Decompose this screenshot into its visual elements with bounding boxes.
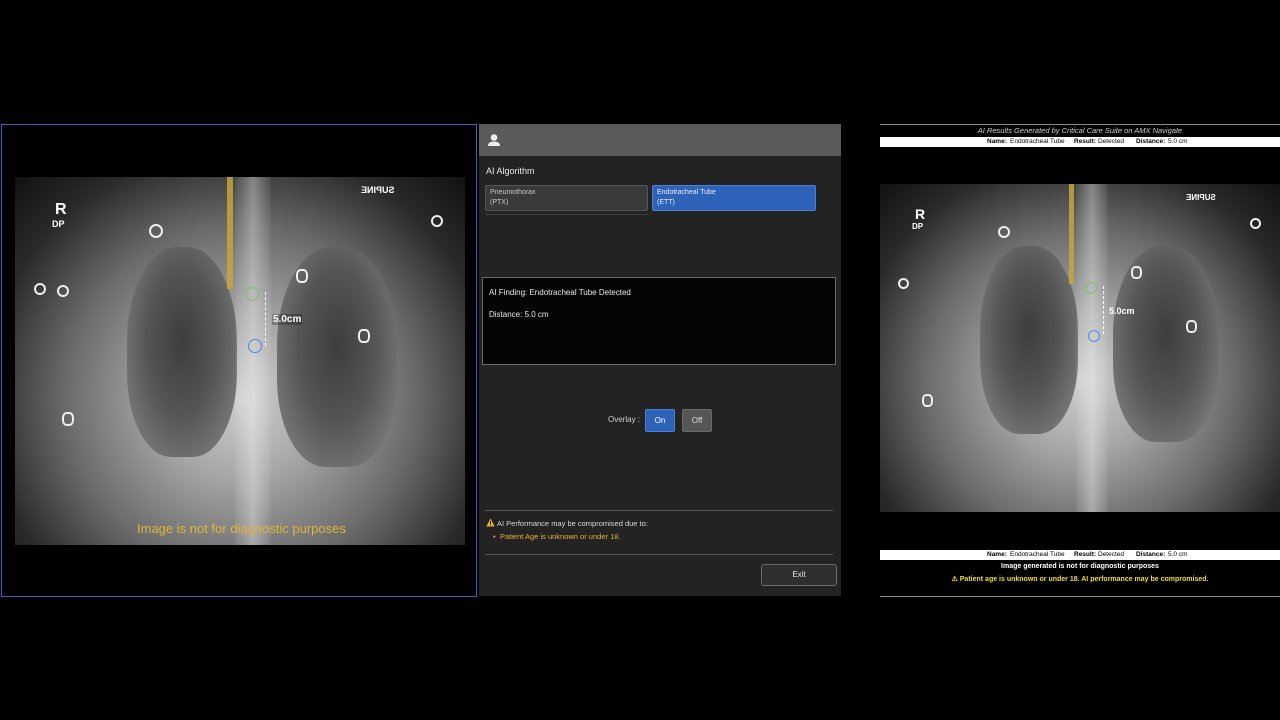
name-value: Endotracheal Tube bbox=[1010, 138, 1065, 145]
result-value: Detected bbox=[1098, 138, 1125, 145]
tube-tip-marker bbox=[1085, 282, 1097, 294]
ecg-electrode bbox=[1131, 266, 1142, 279]
ecg-electrode bbox=[922, 394, 933, 407]
warning-icon bbox=[486, 518, 495, 527]
distance-label: Distance: bbox=[1136, 138, 1166, 145]
measurement-label: 5.0cm bbox=[272, 314, 303, 325]
right-lung-region bbox=[127, 247, 237, 457]
report-summary-bar-bottom: Name: Endotracheal Tube Result: Detected… bbox=[880, 550, 1280, 560]
warning-bullet: • bbox=[493, 532, 496, 541]
findings-box: AI Finding: Endotracheal Tube Detected D… bbox=[482, 277, 836, 365]
projection-marker: DP bbox=[52, 219, 65, 229]
algorithm-name: Pneumothorax bbox=[490, 189, 536, 196]
ecg-electrode bbox=[296, 269, 308, 283]
algorithm-name: Endotracheal Tube bbox=[657, 189, 716, 196]
ecg-electrode bbox=[1186, 320, 1197, 333]
ecg-electrode bbox=[57, 285, 69, 297]
ai-panel: AI Algorithm Pneumothorax (PTX) Endotrac… bbox=[479, 124, 841, 596]
warning-icon: ⚠ bbox=[951, 576, 958, 583]
report-footer-warning: Patient age is unknown or under 18. AI p… bbox=[959, 576, 1209, 583]
projection-marker: DP bbox=[912, 222, 924, 231]
endotracheal-tube-overlay bbox=[227, 177, 233, 289]
algorithm-button-pneumothorax[interactable]: Pneumothorax (PTX) bbox=[485, 185, 648, 211]
algorithm-button-endotracheal-tube[interactable]: Endotracheal Tube (ETT) bbox=[652, 185, 816, 211]
position-marker: SUPINE bbox=[1186, 193, 1216, 202]
exit-divider bbox=[485, 554, 833, 555]
left-lung-region bbox=[1113, 246, 1219, 442]
result-value: Detected bbox=[1098, 551, 1125, 558]
ecg-electrode bbox=[358, 329, 370, 343]
distance-value: 5.0 cm bbox=[1168, 138, 1188, 145]
section-title: AI Algorithm bbox=[486, 166, 535, 176]
carina-marker bbox=[248, 339, 262, 353]
finding-text: AI Finding: Endotracheal Tube Detected bbox=[489, 288, 631, 297]
overlay-on-button[interactable]: On bbox=[645, 409, 675, 432]
ecg-electrode bbox=[149, 224, 163, 238]
warning-item: Patient Age is unknown or under 18. bbox=[500, 532, 621, 541]
report-summary-bar-top: Name: Endotracheal Tube Result: Detected… bbox=[880, 137, 1280, 147]
orientation-marker: R bbox=[915, 206, 926, 222]
endotracheal-tube-overlay bbox=[1069, 184, 1074, 284]
diagnostic-disclaimer: Image is not for diagnostic purposes bbox=[137, 521, 346, 536]
right-lung-region bbox=[980, 246, 1078, 434]
report-header-title: AI Results Generated by Critical Care Su… bbox=[977, 126, 1183, 135]
ecg-electrode bbox=[898, 278, 909, 289]
warning-divider bbox=[485, 510, 833, 511]
ai-results-report: AI Results Generated by Critical Care Su… bbox=[880, 124, 1280, 598]
report-bottom-rule bbox=[880, 596, 1280, 597]
position-marker: SUPINE bbox=[361, 185, 395, 195]
ecg-electrode bbox=[34, 283, 46, 295]
ecg-electrode bbox=[62, 412, 74, 426]
overlay-off-button[interactable]: Off bbox=[682, 409, 712, 432]
orientation-marker: R bbox=[55, 201, 67, 218]
image-viewer[interactable]: 5.0cm R DP SUPINE Image is not for diagn… bbox=[1, 124, 477, 597]
trachea-shadow bbox=[235, 177, 271, 545]
warning-title: AI Performance may be compromised due to… bbox=[497, 519, 648, 528]
algorithm-abbr: (PTX) bbox=[490, 199, 509, 206]
name-label: Name: bbox=[987, 551, 1007, 558]
algorithm-abbr: (ETT) bbox=[657, 199, 675, 206]
chest-xray-image: 5.0cm R DP SUPINE Image is not for diagn… bbox=[15, 177, 465, 545]
carina-marker bbox=[1088, 330, 1100, 342]
tube-tip-marker bbox=[245, 287, 259, 301]
ecg-electrode bbox=[1250, 218, 1261, 229]
report-xray-image: 5.0cm R DP SUPINE bbox=[880, 184, 1280, 512]
panel-header bbox=[479, 124, 841, 156]
distance-text: Distance: 5.0 cm bbox=[489, 310, 549, 319]
distance-label: Distance: bbox=[1136, 551, 1166, 558]
report-footer-warning-row: ⚠ Patient age is unknown or under 18. AI… bbox=[880, 575, 1280, 583]
measurement-line bbox=[265, 292, 267, 346]
left-lung-region bbox=[277, 247, 397, 467]
result-label: Result: bbox=[1074, 551, 1097, 558]
name-value: Endotracheal Tube bbox=[1010, 551, 1065, 558]
result-label: Result: bbox=[1074, 138, 1097, 145]
report-footer-note: Image generated is not for diagnostic pu… bbox=[1001, 563, 1159, 570]
exit-button[interactable]: Exit bbox=[761, 564, 837, 586]
ecg-electrode bbox=[431, 215, 443, 227]
distance-value: 5.0 cm bbox=[1168, 551, 1188, 558]
overlay-label: Overlay : bbox=[608, 415, 641, 424]
measurement-line bbox=[1103, 286, 1105, 334]
algorithm-divider bbox=[485, 214, 649, 215]
trachea-shadow bbox=[1076, 184, 1108, 512]
name-label: Name: bbox=[987, 138, 1007, 145]
ecg-electrode bbox=[998, 226, 1010, 238]
user-icon[interactable] bbox=[487, 133, 501, 147]
measurement-label: 5.0cm bbox=[1109, 306, 1135, 316]
report-top-rule bbox=[880, 124, 1280, 125]
